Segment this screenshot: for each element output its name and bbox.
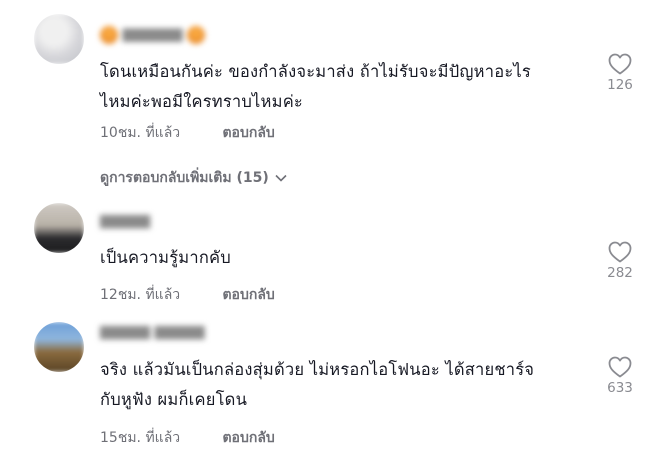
like-button[interactable]: 126 bbox=[600, 53, 640, 93]
like-count: 126 bbox=[607, 77, 633, 93]
comment-text: เป็นความรู้มากคับ bbox=[100, 243, 590, 273]
view-more-replies-label: ดูการตอบกลับเพิ่มเติม (15) bbox=[100, 170, 269, 186]
avatar[interactable] bbox=[34, 322, 84, 372]
chevron-down-icon bbox=[275, 174, 287, 182]
view-more-replies-button[interactable]: ดูการตอบกลับเพิ่มเติม (15) bbox=[100, 167, 287, 189]
comment-text-line: จริง แล้วมันเป็นกล่องสุ่มด้วย ไม่หรอกไอโ… bbox=[100, 360, 535, 379]
comment-text: โดนเหมือนกันค่ะ ของกำลังจะมาส่ง ถ้าไม่รั… bbox=[100, 57, 590, 117]
comment-text: จริง แล้วมันเป็นกล่องสุ่มด้วย ไม่หรอกไอโ… bbox=[100, 355, 590, 415]
avatar[interactable] bbox=[34, 14, 84, 64]
heart-outline-icon[interactable] bbox=[608, 241, 632, 263]
comment-text-line: โดนเหมือนกันค่ะ ของกำลังจะมาส่ง ถ้าไม่รั… bbox=[100, 62, 531, 81]
heart-outline-icon[interactable] bbox=[608, 53, 632, 75]
username[interactable]: ▇▇▇▇▇▇ bbox=[100, 26, 206, 44]
username[interactable]: ▇▇▇▇▇ ▇▇▇▇▇ bbox=[100, 325, 205, 343]
username[interactable]: ▇▇▇▇▇ bbox=[100, 214, 150, 232]
avatar[interactable] bbox=[34, 203, 84, 253]
like-count: 633 bbox=[607, 380, 633, 396]
reply-button[interactable]: ตอบกลับ bbox=[222, 125, 274, 141]
comment-time: 10ชม. ที่แล้ว bbox=[100, 125, 181, 141]
comment-text-line: เป็นความรู้มากคับ bbox=[100, 248, 231, 267]
comment-meta: 10ชม. ที่แล้ว ตอบกลับ bbox=[100, 122, 275, 144]
comment-meta: 15ชม. ที่แล้ว ตอบกลับ bbox=[100, 427, 275, 449]
comment-text-line: กับหูฟัง ผมก็เคยโดน bbox=[100, 390, 248, 409]
heart-outline-icon[interactable] bbox=[608, 356, 632, 378]
comment-time: 12ชม. ที่แล้ว bbox=[100, 287, 181, 303]
like-button[interactable]: 633 bbox=[600, 356, 640, 396]
reply-button[interactable]: ตอบกลับ bbox=[222, 430, 274, 446]
like-button[interactable]: 282 bbox=[600, 241, 640, 281]
comment-time: 15ชม. ที่แล้ว bbox=[100, 430, 181, 446]
reply-button[interactable]: ตอบกลับ bbox=[222, 287, 274, 303]
comment-meta: 12ชม. ที่แล้ว ตอบกลับ bbox=[100, 284, 275, 306]
like-count: 282 bbox=[607, 265, 633, 281]
comment-text-line: ไหมค่ะพอมีใครทราบไหมค่ะ bbox=[100, 92, 303, 111]
